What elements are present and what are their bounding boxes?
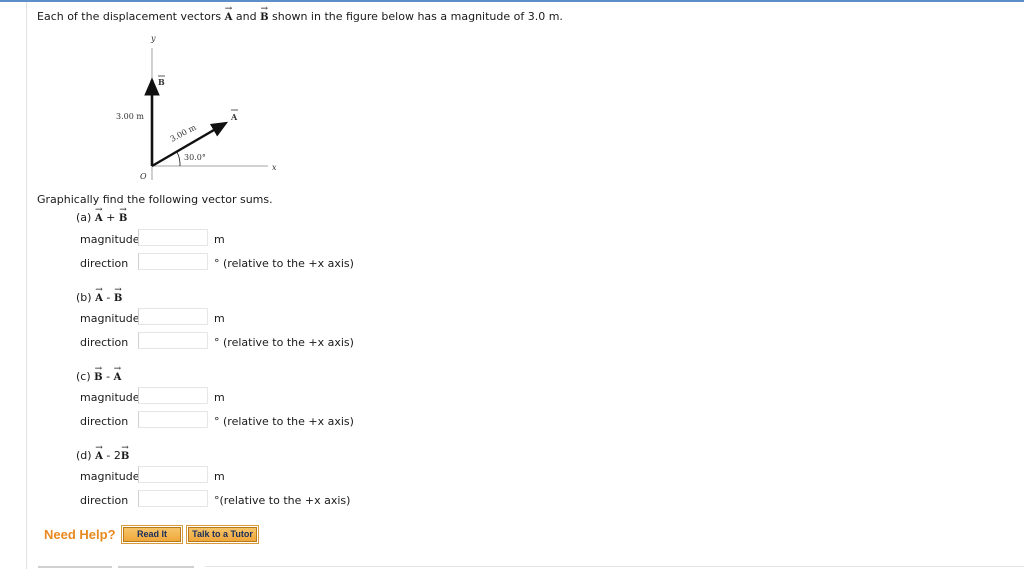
part-c-magnitude-unit: m [214, 391, 225, 404]
part-d-direction-unit: °(relative to the +x axis) [214, 494, 351, 507]
part-c-direction-unit: ° (relative to the +x axis) [214, 415, 354, 428]
part-b-tag: (b) [76, 291, 92, 304]
part-a-direction-input[interactable] [138, 253, 208, 270]
problem-text-end: shown in the figure below has a magnitud… [268, 10, 563, 23]
part-b-direction-input[interactable] [138, 332, 208, 349]
vector-b-magnitude: 3.00 m [116, 112, 144, 121]
y-axis-label: y [150, 34, 156, 43]
part-c-tag: (c) [76, 370, 91, 383]
problem-text-and: and [232, 10, 261, 23]
vector-a-symbol: A [225, 4, 233, 23]
part-d-coefficient: 2 [113, 449, 121, 462]
part-b-magnitude-label: magnitude [80, 312, 140, 325]
part-a-operator: + [102, 211, 119, 224]
part-a-magnitude-unit: m [214, 233, 225, 246]
part-b-operator: - [102, 291, 114, 304]
part-b-direction-label: direction [80, 336, 129, 349]
x-axis-label: x [272, 163, 277, 172]
part-c-magnitude-input[interactable] [138, 387, 208, 404]
angle-label: 30.0° [184, 153, 206, 162]
part-a-direction-label: direction [80, 257, 129, 270]
problem-statement: Each of the displacement vectors A and B… [37, 4, 563, 23]
part-a-magnitude-input[interactable] [138, 229, 208, 246]
top-accent-line [0, 0, 1024, 2]
talk-to-tutor-button[interactable]: Talk to a Tutor [187, 526, 258, 543]
part-d-vector-1: A [95, 443, 103, 462]
angle-arc [176, 151, 181, 167]
part-b-direction-unit: ° (relative to the +x axis) [214, 336, 354, 349]
part-a-vector-1: A [95, 205, 103, 224]
bottom-rule [205, 566, 1024, 567]
part-a-direction-unit: ° (relative to the +x axis) [214, 257, 354, 270]
part-d-tag: (d) [76, 449, 92, 462]
part-b-vector-2: B [114, 285, 123, 304]
part-c-title: (c) B - A [76, 364, 122, 383]
bottom-tab-1 [38, 566, 112, 568]
part-a-magnitude-label: magnitude [80, 233, 140, 246]
part-d-magnitude-input[interactable] [138, 466, 208, 483]
part-d-title: (d) A - 2B [76, 443, 130, 462]
part-d-operator: - [102, 449, 114, 462]
part-b-title: (b) A - B [76, 285, 123, 304]
part-d-direction-label: direction [80, 494, 129, 507]
left-margin-rule [26, 2, 27, 569]
origin-label: O [140, 172, 147, 181]
need-help-label: Need Help? [44, 527, 116, 542]
part-b-vector-1: A [95, 285, 103, 304]
part-d-vector-2: B [121, 443, 130, 462]
vector-b-symbol: B [260, 4, 269, 23]
part-b-magnitude-unit: m [214, 312, 225, 325]
part-d-direction-input[interactable] [138, 490, 208, 507]
read-it-button[interactable]: Read It [122, 526, 182, 543]
part-c-magnitude-label: magnitude [80, 391, 140, 404]
part-c-vector-2: A [114, 364, 122, 383]
vector-a-label: A [230, 112, 238, 122]
part-c-operator: - [102, 370, 114, 383]
vector-b-label: B [158, 77, 165, 87]
part-a-tag: (a) [76, 211, 92, 224]
part-a-vector-2: B [119, 205, 128, 224]
part-d-magnitude-unit: m [214, 470, 225, 483]
problem-text-start: Each of the displacement vectors [37, 10, 225, 23]
prompt-text: Graphically find the following vector su… [37, 193, 273, 206]
part-c-direction-label: direction [80, 415, 129, 428]
part-c-direction-input[interactable] [138, 411, 208, 428]
part-d-magnitude-label: magnitude [80, 470, 140, 483]
part-b-magnitude-input[interactable] [138, 308, 208, 325]
part-a-title: (a) A + B [76, 205, 128, 224]
part-c-vector-1: B [94, 364, 103, 383]
bottom-tab-2 [118, 566, 194, 568]
vector-figure: y x O B 3.00 m A 3.00 m 30.0° [116, 34, 277, 181]
